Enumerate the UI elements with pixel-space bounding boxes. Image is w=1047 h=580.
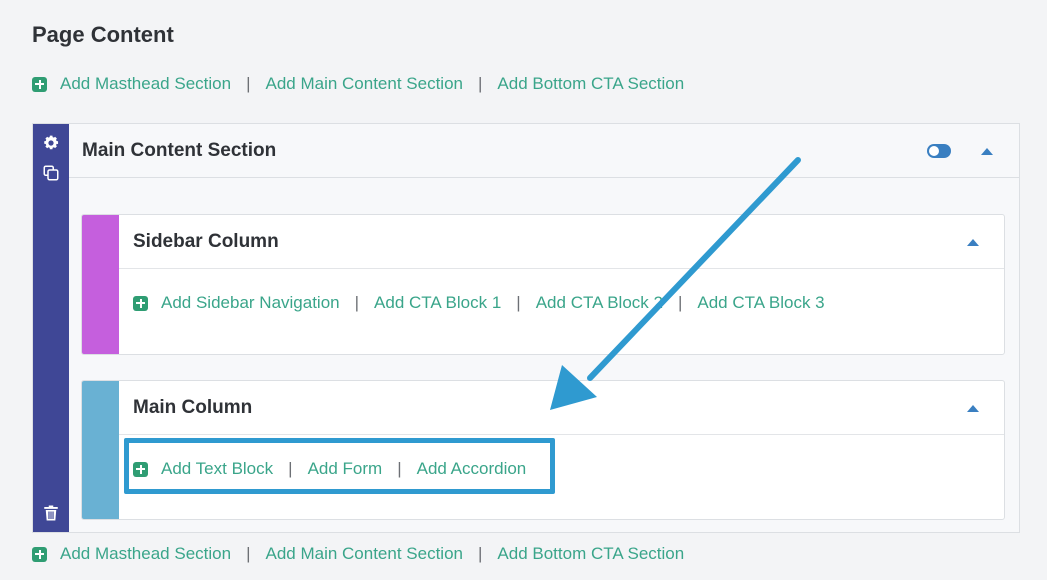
section-rail bbox=[33, 124, 69, 532]
add-main-content-section-link[interactable]: Add Main Content Section bbox=[265, 544, 463, 564]
plus-icon[interactable] bbox=[32, 546, 47, 562]
main-column: Main Column Add Text Block | Add Form | … bbox=[81, 380, 1005, 520]
separator: | bbox=[246, 74, 251, 93]
plus-icon[interactable] bbox=[133, 295, 148, 311]
main-column-actions: Add Text Block | Add Form | Add Accordio… bbox=[133, 459, 526, 479]
column-header: Sidebar Column bbox=[119, 215, 1004, 269]
add-cta-block-2-link[interactable]: Add CTA Block 2 bbox=[536, 293, 663, 313]
collapse-caret-icon[interactable] bbox=[981, 148, 993, 155]
page-title: Page Content bbox=[32, 22, 174, 47]
plus-icon[interactable] bbox=[133, 461, 148, 477]
separator: | bbox=[478, 74, 483, 93]
add-bottom-cta-section-link[interactable]: Add Bottom CTA Section bbox=[497, 74, 684, 94]
add-masthead-section-link[interactable]: Add Masthead Section bbox=[60, 74, 231, 94]
separator: | bbox=[354, 293, 360, 312]
plus-icon[interactable] bbox=[32, 76, 47, 92]
add-section-row-top: Add Masthead Section | Add Main Content … bbox=[32, 74, 684, 94]
section-header: Main Content Section bbox=[69, 124, 1019, 178]
copy-icon[interactable] bbox=[42, 164, 60, 182]
separator: | bbox=[478, 544, 483, 563]
add-bottom-cta-section-link[interactable]: Add Bottom CTA Section bbox=[497, 544, 684, 564]
separator: | bbox=[288, 459, 293, 478]
gear-icon[interactable] bbox=[42, 134, 60, 152]
separator: | bbox=[516, 293, 521, 312]
separator: | bbox=[397, 459, 402, 478]
main-content-section: Main Content Section Sidebar Column Add … bbox=[32, 123, 1020, 533]
column-stripe bbox=[82, 381, 119, 519]
separator: | bbox=[246, 544, 251, 563]
add-masthead-section-link[interactable]: Add Masthead Section bbox=[60, 544, 231, 564]
trash-icon[interactable] bbox=[42, 504, 60, 522]
add-text-block-link[interactable]: Add Text Block bbox=[161, 459, 273, 479]
separator: | bbox=[677, 293, 683, 312]
collapse-caret-icon[interactable] bbox=[967, 405, 979, 412]
column-title: Main Column bbox=[133, 397, 253, 418]
add-accordion-link[interactable]: Add Accordion bbox=[417, 459, 527, 479]
visibility-toggle[interactable] bbox=[927, 144, 951, 158]
toggle-knob bbox=[929, 146, 939, 156]
section-title: Main Content Section bbox=[82, 140, 277, 161]
add-cta-block-1-link[interactable]: Add CTA Block 1 bbox=[374, 293, 501, 313]
add-form-link[interactable]: Add Form bbox=[308, 459, 383, 479]
add-section-row-bottom: Add Masthead Section | Add Main Content … bbox=[32, 544, 684, 564]
column-title: Sidebar Column bbox=[133, 231, 279, 252]
add-sidebar-navigation-link[interactable]: Add Sidebar Navigation bbox=[161, 293, 340, 313]
sidebar-actions: Add Sidebar Navigation | Add CTA Block 1… bbox=[133, 293, 825, 313]
add-main-content-section-link[interactable]: Add Main Content Section bbox=[265, 74, 463, 94]
column-header: Main Column bbox=[119, 381, 1004, 435]
column-stripe bbox=[82, 215, 119, 354]
sidebar-column: Sidebar Column Add Sidebar Navigation | … bbox=[81, 214, 1005, 355]
collapse-caret-icon[interactable] bbox=[967, 239, 979, 246]
add-cta-block-3-link[interactable]: Add CTA Block 3 bbox=[697, 293, 824, 313]
